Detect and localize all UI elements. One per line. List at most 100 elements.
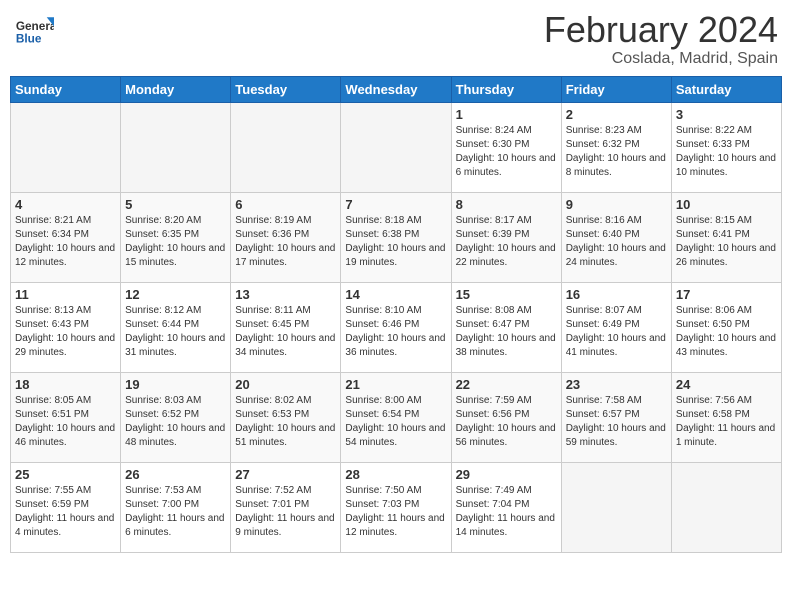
day-number: 8 [456, 197, 557, 212]
calendar-cell: 22 Sunrise: 7:59 AM Sunset: 6:56 PM Dayli… [451, 372, 561, 462]
calendar-cell: 9 Sunrise: 8:16 AM Sunset: 6:40 PM Daylig… [561, 192, 671, 282]
weekday-header-monday: Monday [121, 76, 231, 102]
calendar-cell: 28Sunrise: 7:50 AM Sunset: 7:03 PM Dayli… [341, 462, 451, 552]
calendar-cell: 16 Sunrise: 8:07 AM Sunset: 6:49 PM Dayli… [561, 282, 671, 372]
day-number: 12 [125, 287, 226, 302]
day-info: Sunrise: 7:58 AM Sunset: 6:57 PM Dayligh… [566, 394, 667, 450]
day-info: Sunrise: 8:16 AM Sunset: 6:40 PM Dayligh… [566, 214, 667, 270]
calendar-cell: 21 Sunrise: 8:00 AM Sunset: 6:54 PM Dayli… [341, 372, 451, 462]
calendar-week-row: 11 Sunrise: 8:13 AM Sunset: 6:43 PM Dayli… [11, 282, 782, 372]
day-info: Sunrise: 8:03 AM Sunset: 6:52 PM Dayligh… [125, 394, 226, 450]
day-number: 22 [456, 377, 557, 392]
day-number: 5 [125, 197, 226, 212]
calendar-cell: 23 Sunrise: 7:58 AM Sunset: 6:57 PM Dayli… [561, 372, 671, 462]
calendar-week-row: 25Sunrise: 7:55 AM Sunset: 6:59 PM Dayli… [11, 462, 782, 552]
day-info: Sunrise: 8:22 AM Sunset: 6:33 PM Dayligh… [676, 124, 777, 180]
day-number: 20 [235, 377, 336, 392]
calendar-week-row: 4 Sunrise: 8:21 AM Sunset: 6:34 PM Daylig… [11, 192, 782, 282]
calendar-week-row: 18 Sunrise: 8:05 AM Sunset: 6:51 PM Dayli… [11, 372, 782, 462]
month-title: February 2024 [544, 10, 778, 50]
day-info: Sunrise: 7:49 AM Sunset: 7:04 PM Dayligh… [456, 484, 557, 540]
calendar-cell: 27 Sunrise: 7:52 AM Sunset: 7:01 PM Dayli… [231, 462, 341, 552]
day-info: Sunrise: 8:02 AM Sunset: 6:53 PM Dayligh… [235, 394, 336, 450]
day-info: Sunrise: 8:21 AM Sunset: 6:34 PM Dayligh… [15, 214, 116, 270]
weekday-header-tuesday: Tuesday [231, 76, 341, 102]
day-number: 13 [235, 287, 336, 302]
day-number: 10 [676, 197, 777, 212]
day-number: 7 [345, 197, 446, 212]
day-info: Sunrise: 8:15 AM Sunset: 6:41 PM Dayligh… [676, 214, 777, 270]
calendar-cell [231, 102, 341, 192]
day-info: Sunrise: 8:05 AM Sunset: 6:51 PM Dayligh… [15, 394, 116, 450]
day-number: 26 [125, 467, 226, 482]
calendar-cell: 26 Sunrise: 7:53 AM Sunset: 7:00 PM Dayli… [121, 462, 231, 552]
title-block: February 2024 Coslada, Madrid, Spain [544, 10, 778, 68]
logo-icon: General Blue [14, 10, 54, 50]
calendar-table: SundayMondayTuesdayWednesdayThursdayFrid… [10, 76, 782, 553]
day-info: Sunrise: 8:24 AM Sunset: 6:30 PM Dayligh… [456, 124, 557, 180]
day-info: Sunrise: 8:20 AM Sunset: 6:35 PM Dayligh… [125, 214, 226, 270]
day-info: Sunrise: 7:53 AM Sunset: 7:00 PM Dayligh… [125, 484, 226, 540]
day-info: Sunrise: 8:13 AM Sunset: 6:43 PM Dayligh… [15, 304, 116, 360]
calendar-cell: 29 Sunrise: 7:49 AM Sunset: 7:04 PM Dayli… [451, 462, 561, 552]
calendar-cell: 19 Sunrise: 8:03 AM Sunset: 6:52 PM Dayli… [121, 372, 231, 462]
day-number: 9 [566, 197, 667, 212]
calendar-cell: 5 Sunrise: 8:20 AM Sunset: 6:35 PM Daylig… [121, 192, 231, 282]
day-number: 25 [15, 467, 116, 482]
weekday-header-row: SundayMondayTuesdayWednesdayThursdayFrid… [11, 76, 782, 102]
calendar-cell: 11 Sunrise: 8:13 AM Sunset: 6:43 PM Dayli… [11, 282, 121, 372]
weekday-header-saturday: Saturday [671, 76, 781, 102]
calendar-cell [341, 102, 451, 192]
day-number: 1 [456, 107, 557, 122]
logo: General Blue [14, 10, 56, 50]
day-info: Sunrise: 8:08 AM Sunset: 6:47 PM Dayligh… [456, 304, 557, 360]
weekday-header-thursday: Thursday [451, 76, 561, 102]
day-info: Sunrise: 7:56 AM Sunset: 6:58 PM Dayligh… [676, 394, 777, 450]
day-number: 18 [15, 377, 116, 392]
calendar-cell: 3 Sunrise: 8:22 AM Sunset: 6:33 PM Daylig… [671, 102, 781, 192]
day-number: 16 [566, 287, 667, 302]
day-number: 19 [125, 377, 226, 392]
day-number: 4 [15, 197, 116, 212]
calendar-cell: 25Sunrise: 7:55 AM Sunset: 6:59 PM Dayli… [11, 462, 121, 552]
calendar-cell: 12 Sunrise: 8:12 AM Sunset: 6:44 PM Dayli… [121, 282, 231, 372]
day-info: Sunrise: 8:23 AM Sunset: 6:32 PM Dayligh… [566, 124, 667, 180]
day-info: Sunrise: 7:50 AM Sunset: 7:03 PM Dayligh… [345, 484, 446, 540]
svg-text:Blue: Blue [16, 32, 42, 46]
calendar-cell: 2Sunrise: 8:23 AM Sunset: 6:32 PM Daylig… [561, 102, 671, 192]
day-number: 23 [566, 377, 667, 392]
calendar-cell: 18 Sunrise: 8:05 AM Sunset: 6:51 PM Dayli… [11, 372, 121, 462]
day-number: 11 [15, 287, 116, 302]
day-number: 17 [676, 287, 777, 302]
calendar-cell [561, 462, 671, 552]
calendar-cell: 14Sunrise: 8:10 AM Sunset: 6:46 PM Dayli… [341, 282, 451, 372]
day-number: 27 [235, 467, 336, 482]
day-number: 24 [676, 377, 777, 392]
day-info: Sunrise: 8:12 AM Sunset: 6:44 PM Dayligh… [125, 304, 226, 360]
day-info: Sunrise: 7:52 AM Sunset: 7:01 PM Dayligh… [235, 484, 336, 540]
calendar-cell: 8Sunrise: 8:17 AM Sunset: 6:39 PM Daylig… [451, 192, 561, 282]
day-info: Sunrise: 7:59 AM Sunset: 6:56 PM Dayligh… [456, 394, 557, 450]
calendar-cell: 10 Sunrise: 8:15 AM Sunset: 6:41 PM Dayli… [671, 192, 781, 282]
day-info: Sunrise: 8:07 AM Sunset: 6:49 PM Dayligh… [566, 304, 667, 360]
day-number: 3 [676, 107, 777, 122]
calendar-cell: 4 Sunrise: 8:21 AM Sunset: 6:34 PM Daylig… [11, 192, 121, 282]
day-info: Sunrise: 8:18 AM Sunset: 6:38 PM Dayligh… [345, 214, 446, 270]
calendar-cell: 1 Sunrise: 8:24 AM Sunset: 6:30 PM Daylig… [451, 102, 561, 192]
calendar-cell: 13 Sunrise: 8:11 AM Sunset: 6:45 PM Dayli… [231, 282, 341, 372]
day-number: 15 [456, 287, 557, 302]
calendar-cell: 24 Sunrise: 7:56 AM Sunset: 6:58 PM Dayli… [671, 372, 781, 462]
day-number: 6 [235, 197, 336, 212]
day-number: 21 [345, 377, 446, 392]
location-title: Coslada, Madrid, Spain [544, 50, 778, 68]
day-info: Sunrise: 8:00 AM Sunset: 6:54 PM Dayligh… [345, 394, 446, 450]
calendar-cell: 15 Sunrise: 8:08 AM Sunset: 6:47 PM Dayli… [451, 282, 561, 372]
weekday-header-wednesday: Wednesday [341, 76, 451, 102]
day-info: Sunrise: 8:19 AM Sunset: 6:36 PM Dayligh… [235, 214, 336, 270]
day-number: 29 [456, 467, 557, 482]
calendar-cell: 6 Sunrise: 8:19 AM Sunset: 6:36 PM Daylig… [231, 192, 341, 282]
day-info: Sunrise: 8:11 AM Sunset: 6:45 PM Dayligh… [235, 304, 336, 360]
calendar-cell [11, 102, 121, 192]
calendar-cell: 7 Sunrise: 8:18 AM Sunset: 6:38 PM Daylig… [341, 192, 451, 282]
calendar-cell [671, 462, 781, 552]
